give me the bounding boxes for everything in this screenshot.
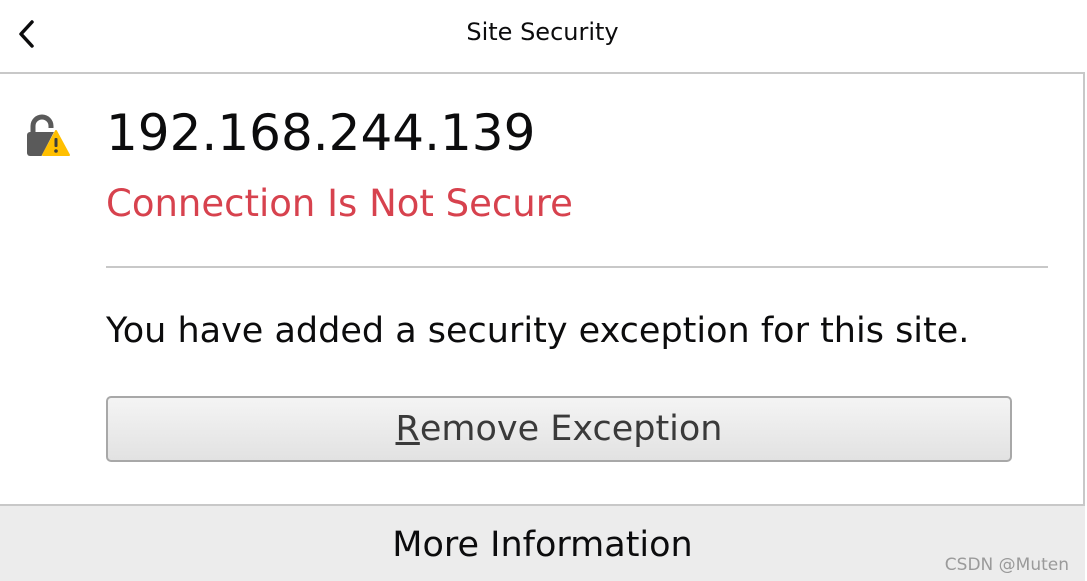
- site-host: 192.168.244.139: [106, 104, 536, 162]
- connection-status: Connection Is Not Secure: [106, 182, 573, 225]
- exception-message: You have added a security exception for …: [106, 311, 970, 351]
- panel-header: Site Security: [0, 0, 1085, 74]
- panel-footer: More Information: [0, 504, 1085, 581]
- section-divider: [106, 266, 1048, 268]
- more-information-button[interactable]: More Information: [0, 506, 1085, 581]
- remove-exception-accesskey: R: [395, 409, 420, 449]
- site-security-panel: Site Security 192.168.244.139 Connection…: [0, 0, 1085, 581]
- remove-exception-label: emove Exception: [419, 409, 723, 449]
- remove-exception-button[interactable]: Remove Exception: [106, 396, 1012, 462]
- watermark: CSDN @Muten: [944, 555, 1069, 575]
- panel-title: Site Security: [466, 18, 619, 46]
- lock-warning-icon: [27, 114, 71, 157]
